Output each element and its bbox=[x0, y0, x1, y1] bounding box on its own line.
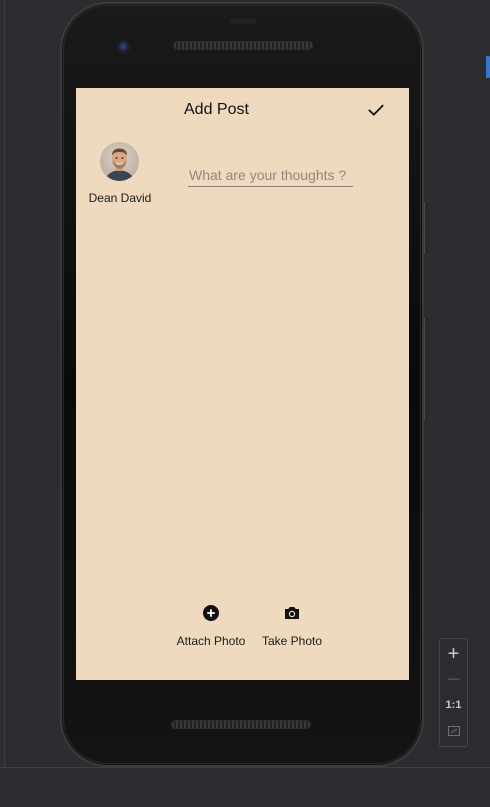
user-avatar[interactable] bbox=[100, 142, 139, 181]
volume-button bbox=[424, 318, 429, 420]
front-camera bbox=[118, 41, 130, 53]
post-confirm-button[interactable] bbox=[366, 100, 386, 120]
actual-size-button[interactable]: 1:1 bbox=[440, 693, 467, 717]
fit-screen-button[interactable] bbox=[440, 721, 467, 741]
zoom-out-button[interactable]: — bbox=[440, 667, 467, 689]
side-panel-indicator bbox=[486, 56, 490, 78]
add-circle-icon bbox=[203, 605, 219, 621]
panel-divider-bottom bbox=[0, 767, 490, 768]
attach-photo-button[interactable]: Attach Photo bbox=[176, 604, 246, 648]
take-photo-label: Take Photo bbox=[261, 634, 323, 648]
take-photo-button[interactable]: Take Photo bbox=[260, 604, 324, 648]
power-button bbox=[424, 202, 429, 254]
attach-photo-label: Attach Photo bbox=[176, 634, 246, 648]
fit-screen-icon bbox=[447, 725, 460, 736]
avatar-photo bbox=[100, 142, 139, 181]
camera-icon bbox=[285, 607, 299, 619]
zoom-in-button[interactable]: + bbox=[440, 642, 467, 666]
page-title: Add Post bbox=[184, 101, 249, 118]
bottom-speaker-grille bbox=[172, 721, 310, 728]
app-screen: Add Post Dean David What are your though… bbox=[76, 88, 409, 680]
layout-preview-canvas: Add Post Dean David What are your though… bbox=[0, 0, 490, 807]
user-name: Dean David bbox=[88, 191, 152, 205]
panel-divider bbox=[4, 0, 5, 768]
earpiece-notch bbox=[229, 18, 257, 24]
post-text-input[interactable] bbox=[188, 164, 353, 187]
top-speaker-grille bbox=[174, 42, 312, 49]
zoom-controls: + — 1:1 bbox=[439, 638, 468, 747]
check-icon bbox=[368, 104, 384, 116]
